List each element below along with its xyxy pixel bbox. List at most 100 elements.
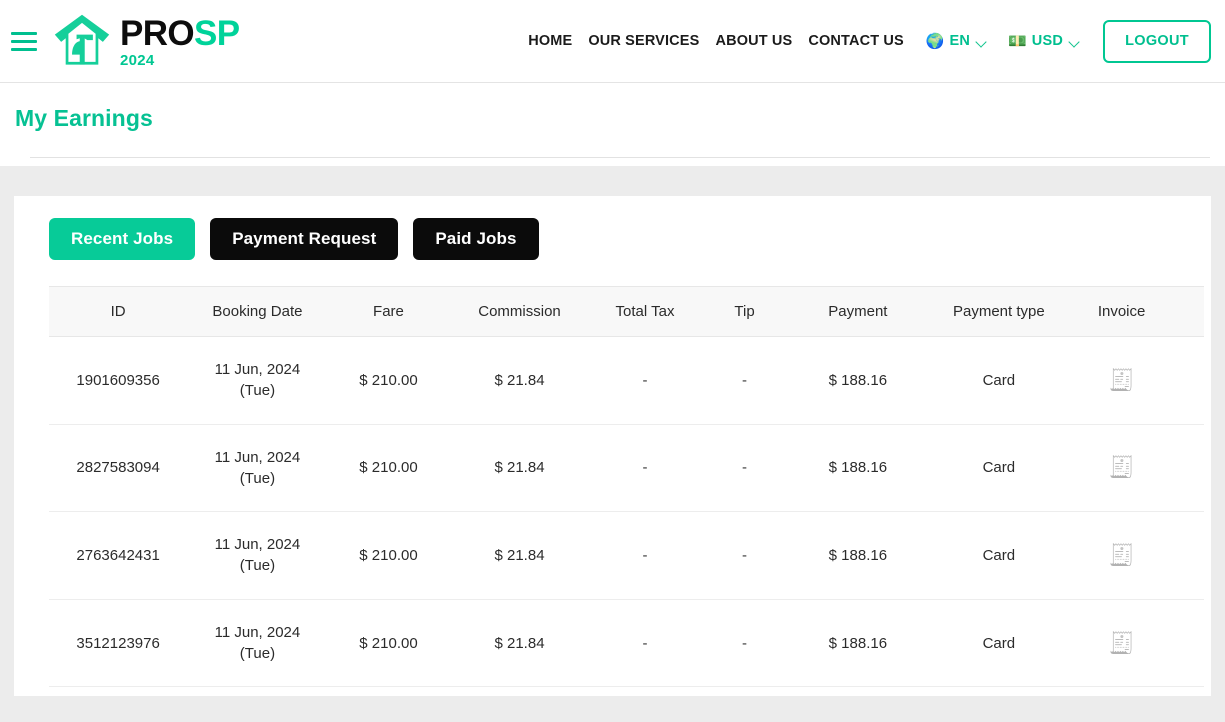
cell-payment-type: Card [926,686,1071,696]
globe-icon: 🌍 [925,32,945,50]
cell-booking-date: 11 Jun, 2024 (Tue) [187,424,328,513]
cell-total-tax: - [589,424,701,513]
earnings-table-scroll-area[interactable]: ID Booking Date Fare Commission Total Ta… [49,286,1204,696]
language-label: EN [949,33,971,49]
logout-button[interactable]: LOGOUT [1103,19,1211,63]
cell-payment: $ 188.16 [788,424,927,513]
column-header-id: ID [49,286,188,337]
cell-total-tax: - [589,599,701,688]
cell-fare: $ 210.00 [327,686,450,696]
cell-payment: $ 188.16 [788,511,927,600]
cell-request-payment [1172,424,1204,513]
cell-invoice: 🧾 [1070,511,1173,600]
currency-selector[interactable]: 💵 USD [994,33,1087,49]
cell-total-tax: - [589,686,701,696]
title-band-spacer [0,158,1225,166]
cell-total-tax: - [589,336,701,425]
table-row: 2763642431 11 Jun, 2024 (Tue) $ 210.00 $ 21.… [49,511,1204,600]
earnings-table: ID Booking Date Fare Commission Total Ta… [49,286,1204,696]
nav-item-home[interactable]: HOME [520,33,580,49]
hamburger-bar [11,39,37,43]
cell-total-tax: - [589,511,701,600]
cell-invoice: 🧾 [1070,599,1173,688]
hamburger-bar [11,31,37,35]
table-header: ID Booking Date Fare Commission Total Ta… [49,286,1204,337]
tab-recent-jobs[interactable]: Recent Jobs [49,218,196,260]
cell-invoice: 🧾 [1070,424,1173,513]
cell-request-payment [1172,336,1204,425]
nav-item-our-services[interactable]: OUR SERVICES [580,33,707,49]
house-hammer-logo-icon [54,14,110,65]
table-row: 3512123976 11 Jun, 2024 (Tue) $ 210.00 $ 21.… [49,599,1204,688]
cell-fare: $ 210.00 [327,336,450,425]
top-navigation-bar: PROSP 2024 HOME OUR SERVICES ABOUT US CO… [0,0,1225,83]
column-header-fare: Fare [327,286,450,337]
cell-payment: $ 188.16 [788,599,927,688]
receipt-icon[interactable]: 🧾 [1109,457,1135,478]
cell-tip: - [700,599,789,688]
column-header-request-payment: Request Payment F [1172,286,1204,337]
page-title-band: My Earnings [0,83,1225,158]
column-header-commission: Commission [449,286,590,337]
main-navigation: HOME OUR SERVICES ABOUT US CONTACT US 🌍 … [520,19,1211,63]
cell-commission: $ 21.84 [449,511,590,600]
cell-payment-type: Card [926,511,1071,600]
cell-invoice: 🧾 [1070,336,1173,425]
brand-wordmark: PROSP 2024 [120,14,240,68]
cell-payment-type: Card [926,424,1071,513]
cell-booking-date: 10 Jun, 2024(Mon) [187,686,328,696]
brand-name-accent: SP [194,14,240,53]
column-header-total-tax: Total Tax [589,286,701,337]
cell-invoice: 🧾 [1070,686,1173,696]
brand-name: PROSP [120,16,240,51]
chevron-down-icon [1070,38,1081,45]
nav-item-about-us[interactable]: ABOUT US [707,33,800,49]
receipt-icon[interactable]: 🧾 [1109,633,1135,654]
cell-fare: $ 210.00 [327,599,450,688]
cell-payment-type: Card [926,599,1071,688]
receipt-icon[interactable]: 🧾 [1109,370,1135,391]
brand-logo[interactable]: PROSP 2024 [53,12,240,70]
earnings-card: Recent Jobs Payment Request Paid Jobs ID… [14,196,1211,696]
tab-payment-request[interactable]: Payment Request [210,218,399,260]
column-header-tip: Tip [700,286,789,337]
page-title: My Earnings [15,105,153,131]
cell-fare: $ 210.00 [327,424,450,513]
cell-booking-date: 11 Jun, 2024 (Tue) [187,599,328,688]
currency-label: USD [1031,33,1063,49]
banknote-icon: 💵 [1008,32,1027,50]
cell-id: 1939225251 [49,686,188,696]
cell-tip: - [700,336,789,425]
cell-commission: $ 21.84 [449,424,590,513]
cell-payment: $ 188.16 [788,336,927,425]
brand-name-primary: PRO [120,14,195,53]
column-header-payment-type: Payment type [926,286,1071,337]
table-header-row: ID Booking Date Fare Commission Total Ta… [49,286,1204,337]
cell-tip: - [700,686,789,696]
cell-request-payment [1172,599,1204,688]
cell-commission: $ 21.84 [449,599,590,688]
cell-tip: - [700,424,789,513]
column-header-payment: Payment [788,286,927,337]
nav-item-contact-us[interactable]: CONTACT US [800,33,911,49]
table-row: 193922525110 Jun, 2024(Mon)$ 210.00$ 21.… [49,686,1204,696]
cell-payment-type: Card [926,336,1071,425]
cell-payment: $ 188.16 [788,686,927,696]
earnings-tabs: Recent Jobs Payment Request Paid Jobs [14,218,1211,260]
cell-request-payment [1172,511,1204,600]
chevron-down-icon [977,38,988,45]
tab-paid-jobs[interactable]: Paid Jobs [413,218,539,260]
cell-id: 3512123976 [49,599,188,688]
cell-booking-date: 11 Jun, 2024 (Tue) [187,336,328,425]
receipt-icon[interactable]: 🧾 [1109,545,1135,566]
cell-fare: $ 210.00 [327,511,450,600]
table-row: 2827583094 11 Jun, 2024 (Tue) $ 210.00 $ 21.… [49,424,1204,513]
table-row: 1901609356 11 Jun, 2024 (Tue) $ 210.00 $ 21.… [49,336,1204,425]
hamburger-menu-icon[interactable] [11,31,37,51]
language-selector[interactable]: 🌍 EN [912,33,994,49]
cell-request-payment [1172,686,1204,696]
main-content: Recent Jobs Payment Request Paid Jobs ID… [0,166,1225,696]
table-body: 1901609356 11 Jun, 2024 (Tue) $ 210.00 $ 21.… [49,336,1204,696]
brand-year: 2024 [120,52,155,69]
hamburger-bar [11,47,37,51]
